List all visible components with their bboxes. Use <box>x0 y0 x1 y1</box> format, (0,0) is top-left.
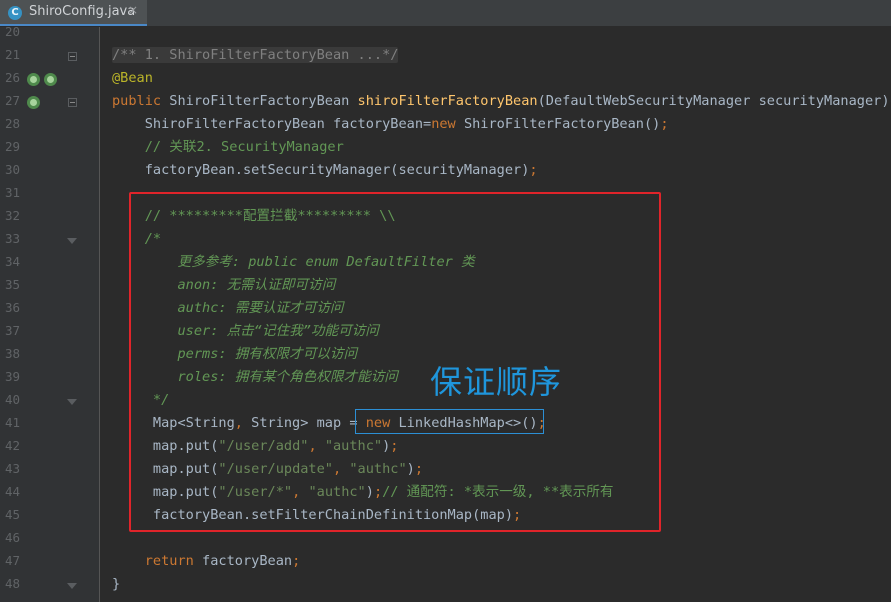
code-token: } <box>112 576 121 592</box>
bean-navigation-icon[interactable] <box>27 73 40 86</box>
code-line: } <box>112 574 120 594</box>
code-line: return factoryBean; <box>112 551 301 571</box>
line-number: 32 <box>4 208 20 223</box>
line-number: 44 <box>4 484 20 499</box>
line-number: 35 <box>4 277 20 292</box>
fold-end-icon[interactable] <box>67 238 77 244</box>
line-number: 48 <box>4 576 20 591</box>
annotation-label: 保证顺序 <box>430 363 563 401</box>
code-token: factoryBean <box>202 553 293 569</box>
highlight-box-linkedhashmap <box>355 409 544 434</box>
code-line: ShiroFilterFactoryBean factoryBean=new S… <box>112 114 669 134</box>
line-number: 34 <box>4 254 20 269</box>
line-number: 39 <box>4 369 20 384</box>
implemented-method-icon[interactable] <box>27 96 40 109</box>
code-line: @Bean <box>112 68 153 88</box>
line-number: 26 <box>4 70 20 85</box>
fold-toggle-icon[interactable] <box>68 52 77 61</box>
highlight-box-filter-config <box>129 192 661 532</box>
code-token: ; <box>660 116 669 132</box>
line-number: 46 <box>4 530 20 545</box>
override-marker-icon[interactable] <box>44 73 57 86</box>
code-token: ShiroFilterFactoryBean <box>169 93 358 109</box>
code-line: // 关联2. SecurityManager <box>112 137 344 157</box>
code-line: /** 1. ShiroFilterFactoryBean ...*/ <box>112 45 399 65</box>
line-number: 47 <box>4 553 20 568</box>
line-number: 31 <box>4 185 20 200</box>
code-token: ShiroFilterFactoryBean() <box>463 116 661 132</box>
line-number: 42 <box>4 438 20 453</box>
line-number: 20 <box>4 24 20 39</box>
code-token: (DefaultWebSecurityManager securityManag… <box>537 93 891 109</box>
line-number: 36 <box>4 300 20 315</box>
line-number: 29 <box>4 139 20 154</box>
code-token: /** 1. ShiroFilterFactoryBean ...*/ <box>112 47 399 63</box>
line-number: 28 <box>4 116 20 131</box>
line-number: 27 <box>4 93 20 108</box>
line-number: 30 <box>4 162 20 177</box>
code-token: public <box>112 93 170 109</box>
line-number: 38 <box>4 346 20 361</box>
code-token: shiroFilterFactoryBean <box>357 93 538 109</box>
line-number: 40 <box>4 392 20 407</box>
fold-end-icon[interactable] <box>67 583 77 589</box>
line-number: 33 <box>4 231 20 246</box>
code-token: ; <box>292 553 301 569</box>
code-token: ; <box>529 162 538 178</box>
line-number: 21 <box>4 47 20 62</box>
code-token: @Bean <box>112 70 153 86</box>
code-token: new <box>431 116 464 132</box>
code-token: return <box>112 553 203 569</box>
line-number: 45 <box>4 507 20 522</box>
code-line: factoryBean.setSecurityManager(securityM… <box>112 160 538 180</box>
fold-toggle-icon[interactable] <box>68 98 77 107</box>
line-number: 37 <box>4 323 20 338</box>
fold-end-icon[interactable] <box>67 399 77 405</box>
line-number: 43 <box>4 461 20 476</box>
line-number: 41 <box>4 415 20 430</box>
code-token: // 关联2. SecurityManager <box>112 139 344 155</box>
code-line: public ShiroFilterFactoryBean shiroFilte… <box>112 91 891 111</box>
code-token: ShiroFilterFactoryBean factoryBean= <box>112 116 432 132</box>
code-token: factoryBean.setSecurityManager(securityM… <box>112 162 530 178</box>
